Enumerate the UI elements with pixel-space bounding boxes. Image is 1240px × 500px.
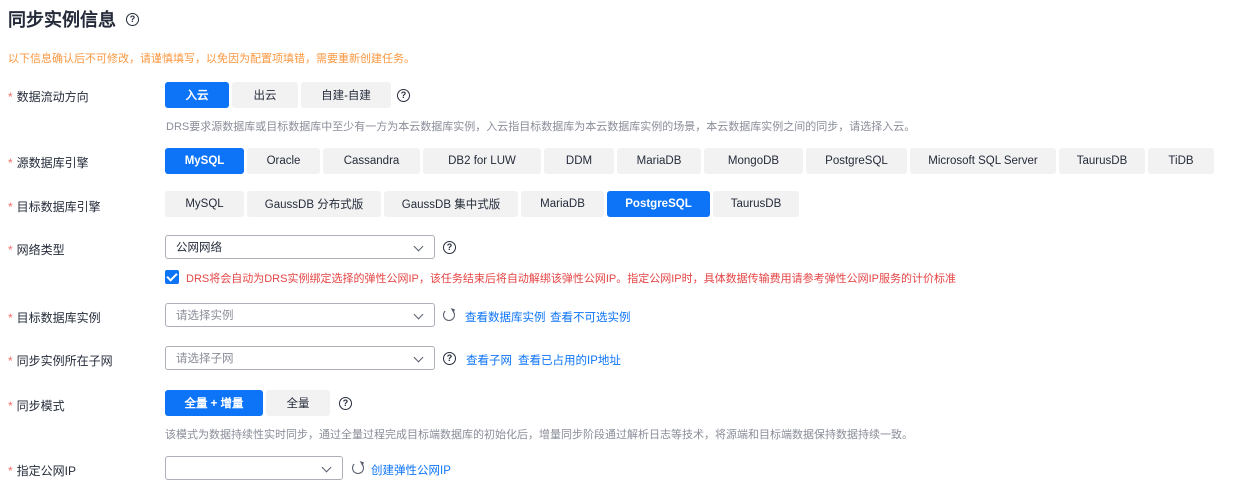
flow-label: * 数据流动方向 xyxy=(8,90,89,104)
target-instance-select[interactable]: 请选择实例 xyxy=(165,303,435,327)
target-engine-postgresql[interactable]: PostgreSQL xyxy=(607,191,710,217)
source-engine-tidb[interactable]: TiDB xyxy=(1148,148,1214,174)
network-label: * 网络类型 xyxy=(8,243,65,257)
flow-option-self[interactable]: 自建-自建 xyxy=(301,82,391,108)
target-instance-placeholder: 请选择实例 xyxy=(176,310,234,322)
source-engine-oracle[interactable]: Oracle xyxy=(247,148,320,174)
target-engine-gaussdb-distributed[interactable]: GaussDB 分布式版 xyxy=(247,191,381,217)
source-engine-taurusdb[interactable]: TaurusDB xyxy=(1059,148,1145,174)
help-icon[interactable]: ? xyxy=(126,12,139,26)
source-engine-sqlserver[interactable]: Microsoft SQL Server xyxy=(910,148,1056,174)
source-engine-mongodb[interactable]: MongoDB xyxy=(704,148,803,174)
target-engine-gaussdb-centralized[interactable]: GaussDB 集中式版 xyxy=(384,191,518,217)
sync-mode-full[interactable]: 全量 xyxy=(266,390,330,416)
create-eip-link[interactable]: 创建弹性公网IP xyxy=(371,462,451,478)
source-engine-cassandra[interactable]: Cassandra xyxy=(323,148,420,174)
source-engine-segment: MySQL Oracle Cassandra DB2 for LUW DDM M… xyxy=(165,148,1217,174)
subnet-select[interactable]: 请选择子网 xyxy=(165,346,435,370)
chevron-down-icon xyxy=(413,352,424,363)
flow-option-in[interactable]: 入云 xyxy=(165,82,229,108)
sync-mode-full-incremental[interactable]: 全量 + 增量 xyxy=(165,390,263,416)
view-used-ip-link[interactable]: 查看已占用的IP地址 xyxy=(518,352,621,368)
network-select-value: 公网网络 xyxy=(176,242,222,254)
network-help-icon[interactable]: ? xyxy=(443,241,456,254)
view-subnet-link[interactable]: 查看子网 xyxy=(466,352,512,368)
source-engine-mysql[interactable]: MySQL xyxy=(165,148,244,174)
page-title-text: 同步实例信息 xyxy=(8,10,116,30)
public-ip-label: * 指定公网IP xyxy=(8,464,77,478)
flow-description: DRS要求源数据库或目标数据库中至少有一方为本云数据库实例，入云指目标数据库为本… xyxy=(166,121,916,133)
target-instance-label: * 目标数据库实例 xyxy=(8,311,101,325)
view-db-instances-link[interactable]: 查看数据库实例 xyxy=(465,309,546,325)
subnet-placeholder: 请选择子网 xyxy=(176,353,234,365)
chevron-down-icon xyxy=(321,462,332,473)
subnet-help-icon[interactable]: ? xyxy=(443,352,456,365)
refresh-icon[interactable] xyxy=(352,462,364,474)
target-engine-segment: MySQL GaussDB 分布式版 GaussDB 集中式版 MariaDB … xyxy=(165,191,802,217)
target-engine-mariadb[interactable]: MariaDB xyxy=(521,191,604,217)
eip-checkbox[interactable] xyxy=(165,270,179,284)
flow-option-out[interactable]: 出云 xyxy=(232,82,298,108)
target-engine-taurusdb[interactable]: TaurusDB xyxy=(713,191,799,217)
source-engine-db2[interactable]: DB2 for LUW xyxy=(423,148,541,174)
target-engine-mysql[interactable]: MySQL xyxy=(165,191,244,217)
public-ip-select[interactable] xyxy=(165,456,343,480)
source-engine-label: * 源数据库引擎 xyxy=(8,156,89,170)
refresh-icon[interactable] xyxy=(443,309,455,321)
sync-mode-help-icon[interactable]: ? xyxy=(339,397,352,410)
subnet-label: * 同步实例所在子网 xyxy=(8,354,113,368)
chevron-down-icon xyxy=(413,309,424,320)
target-engine-label: * 目标数据库引擎 xyxy=(8,200,101,214)
sync-mode-label: * 同步模式 xyxy=(8,399,65,413)
source-engine-postgresql[interactable]: PostgreSQL xyxy=(806,148,907,174)
eip-note: DRS将会自动为DRS实例绑定选择的弹性公网IP，该任务结束后将自动解绑该弹性公… xyxy=(186,273,957,285)
warning-text: 以下信息确认后不可修改，请谨慎填写，以免因为配置项填错，需要重新创建任务。 xyxy=(8,53,415,65)
flow-segment: 入云 出云 自建-自建 xyxy=(165,82,394,108)
flow-help-icon[interactable]: ? xyxy=(397,89,410,102)
view-unavailable-instances-link[interactable]: 查看不可选实例 xyxy=(550,309,631,325)
source-engine-mariadb[interactable]: MariaDB xyxy=(617,148,701,174)
sync-mode-segment: 全量 + 增量 全量 xyxy=(165,390,333,416)
network-select[interactable]: 公网网络 xyxy=(165,235,435,259)
page-title: 同步实例信息 ? xyxy=(8,6,139,32)
chevron-down-icon xyxy=(413,241,424,252)
source-engine-ddm[interactable]: DDM xyxy=(544,148,614,174)
sync-mode-description: 该模式为数据持续性实时同步，通过全量过程完成目标端数据库的初始化后，增量同步阶段… xyxy=(165,429,913,441)
